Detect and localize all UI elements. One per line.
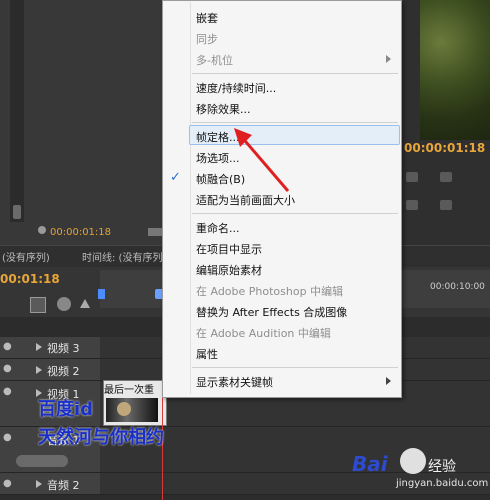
menu-icon-gutter xyxy=(190,2,191,394)
menu-item-edit-audition[interactable]: 在 Adobe Audition 中编辑 xyxy=(196,325,331,341)
watermark-text: 经验 xyxy=(428,459,456,475)
check-icon: ✓ xyxy=(170,170,181,185)
menu-item-remove-effects[interactable]: 移除效果... xyxy=(196,101,251,117)
watermark-url: jingyan.baidu.com xyxy=(396,478,489,489)
menu-item-reveal-in-project[interactable]: 在项目中显示 xyxy=(196,241,262,257)
timeline-timecode[interactable]: 00:01:18 xyxy=(0,272,60,286)
source-timecode: 00:00:01:18 xyxy=(50,227,112,238)
play-icon[interactable] xyxy=(440,172,452,182)
volume-knob[interactable] xyxy=(16,455,68,467)
tab-timeline[interactable]: 时间线: (没有序列 xyxy=(82,249,162,264)
expand-track-icon[interactable] xyxy=(36,480,42,488)
program-timecode: 00:00:01:18 xyxy=(404,141,486,155)
snap-icon[interactable] xyxy=(30,297,46,313)
overlay-caption: 百度id 天然河与你相约 xyxy=(38,396,164,452)
menu-item-edit-original[interactable]: 编辑原始素材 xyxy=(196,262,262,278)
menu-item-replace-after-effects[interactable]: 替换为 After Effects 合成图像 xyxy=(196,304,347,320)
menu-item-sync[interactable]: 同步 xyxy=(196,31,218,47)
expand-track-icon[interactable] xyxy=(36,343,42,351)
baidu-logo: Bai xyxy=(352,452,388,476)
program-preview-image xyxy=(420,0,490,140)
mark-out-icon[interactable] xyxy=(440,200,452,210)
menu-item-rename[interactable]: 重命名... xyxy=(196,220,240,236)
ruler-tick-label: 00:00:10:00 xyxy=(430,282,485,292)
keyframe-icon[interactable] xyxy=(80,299,90,308)
menu-item-show-clip-keyframes[interactable]: 显示素材关键帧 xyxy=(196,374,273,390)
eye-icon[interactable]: ● xyxy=(3,363,12,374)
caption-line-1: 百度id xyxy=(38,399,94,420)
submenu-arrow-icon xyxy=(386,377,391,385)
menu-item-speed-duration[interactable]: 速度/持续时间... xyxy=(196,80,276,96)
zoom-control[interactable] xyxy=(148,228,162,236)
tab-sequence[interactable]: (没有序列) xyxy=(2,249,50,264)
track-label: 视频 3 xyxy=(47,342,80,355)
source-monitor-scrollbar[interactable] xyxy=(10,0,24,222)
menu-separator xyxy=(192,73,398,74)
menu-separator xyxy=(192,213,398,214)
menu-item-edit-photoshop[interactable]: 在 Adobe Photoshop 中编辑 xyxy=(196,283,343,299)
step-back-icon[interactable] xyxy=(406,172,418,182)
source-monitor-panel xyxy=(0,0,165,245)
paw-icon xyxy=(400,448,426,474)
speaker-icon[interactable]: ● xyxy=(3,478,12,489)
mark-in-icon[interactable] xyxy=(406,200,418,210)
eye-icon[interactable]: ● xyxy=(3,341,12,352)
menu-separator xyxy=(192,122,398,123)
clip-title: 最后一次重 xyxy=(104,385,154,396)
menu-separator xyxy=(192,367,398,368)
eye-icon[interactable]: ● xyxy=(3,386,12,397)
expand-track-icon[interactable] xyxy=(36,366,42,374)
submenu-arrow-icon xyxy=(386,55,391,63)
menu-item-multicam[interactable]: 多-机位 xyxy=(196,52,233,68)
in-point-icon[interactable] xyxy=(98,289,105,299)
marker-icon[interactable] xyxy=(57,297,71,311)
track-label: 音频 2 xyxy=(47,479,80,492)
playback-dot-icon[interactable] xyxy=(38,226,46,234)
speaker-icon[interactable]: ● xyxy=(3,432,12,443)
menu-item-nest[interactable]: 嵌套 xyxy=(196,10,218,26)
track-label: 视频 2 xyxy=(47,365,80,378)
scrollbar-thumb[interactable] xyxy=(13,205,21,219)
menu-item-properties[interactable]: 属性 xyxy=(196,346,218,362)
annotation-arrow-icon xyxy=(234,128,290,192)
caption-line-2: 天然河与你相约 xyxy=(38,427,164,448)
